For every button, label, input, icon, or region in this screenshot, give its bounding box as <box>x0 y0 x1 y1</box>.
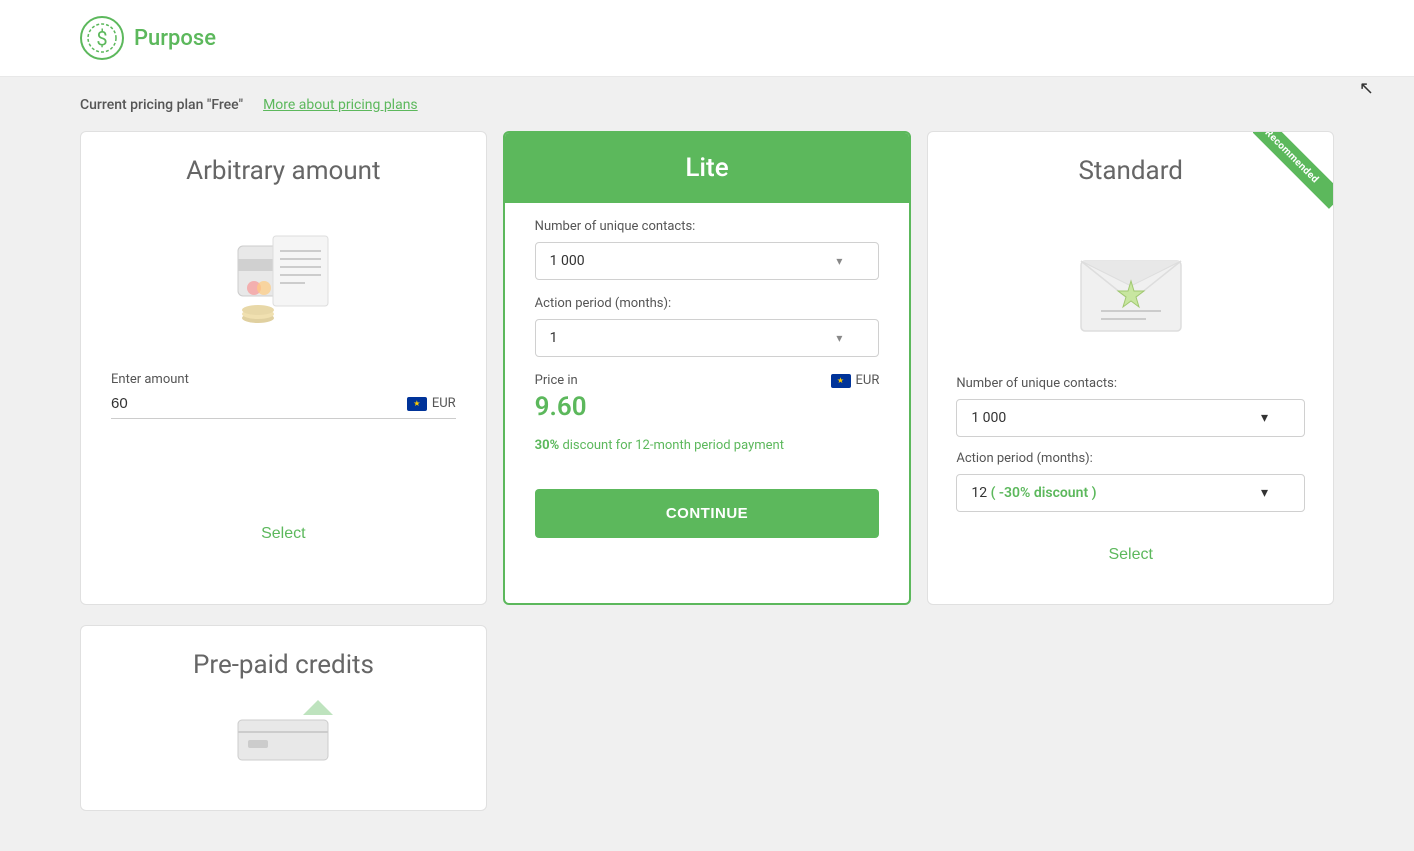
pricing-bar: Current pricing plan "Free" More about p… <box>80 97 1334 113</box>
standard-period-value: 12 ( -30% discount ) <box>971 485 1096 501</box>
lite-period-select[interactable]: 1 ▾ <box>535 319 880 357</box>
app-header: $ Purpose <box>0 0 1414 77</box>
card-prepaid-title: Pre-paid credits <box>193 650 374 680</box>
lite-currency-label: EUR <box>856 373 880 388</box>
standard-period-label: Action period (months): <box>928 451 1333 466</box>
lite-price-value: 9.60 <box>535 392 880 422</box>
pricing-cards-row: Arbitrary amount <box>80 131 1334 605</box>
standard-contacts-select[interactable]: 1 000 ▾ <box>956 399 1305 437</box>
lite-eur-flag-icon: ★ <box>831 374 851 388</box>
main-content: Current pricing plan "Free" More about p… <box>0 77 1414 851</box>
lite-price-in-label: Price in <box>535 373 578 388</box>
svg-text:$: $ <box>96 26 107 50</box>
card-arbitrary-title: Arbitrary amount <box>186 156 380 186</box>
standard-illustration <box>1066 226 1196 356</box>
standard-period-chevron-icon: ▾ <box>1261 485 1268 501</box>
lite-discount-percent: 30% <box>535 438 560 453</box>
lite-contacts-label: Number of unique contacts: <box>535 219 880 234</box>
standard-period-select[interactable]: 12 ( -30% discount ) ▾ <box>956 474 1305 512</box>
standard-select-button[interactable]: Select <box>958 536 1303 574</box>
card-standard-image <box>928 206 1333 376</box>
bottom-cards-row: Pre-paid credits <box>80 625 1334 811</box>
card-arbitrary: Arbitrary amount <box>80 131 487 605</box>
arbitrary-illustration <box>218 226 348 336</box>
card-prepaid-image <box>81 700 486 790</box>
lite-period-value: 1 <box>550 330 558 346</box>
current-plan-label: Current pricing plan "Free" <box>80 97 243 113</box>
recommended-ribbon-label: Recommended <box>1253 132 1333 209</box>
standard-contacts-label: Number of unique contacts: <box>928 376 1333 391</box>
enter-amount-label: Enter amount <box>111 372 456 387</box>
card-standard-title: Standard <box>1078 156 1182 186</box>
app-logo-icon: $ <box>80 16 124 60</box>
lite-continue-button[interactable]: CONTINUE <box>535 489 880 538</box>
lite-period-label: Action period (months): <box>535 296 880 311</box>
amount-input[interactable] <box>111 395 397 412</box>
lite-contacts-value: 1 000 <box>550 253 585 269</box>
eur-flag-icon: ★ <box>407 397 427 411</box>
recommended-ribbon: Recommended <box>1253 132 1333 212</box>
arbitrary-currency-badge: ★ EUR <box>407 396 456 411</box>
card-prepaid: Pre-paid credits <box>80 625 487 811</box>
amount-input-row: ★ EUR <box>111 395 456 419</box>
card-arbitrary-image <box>81 206 486 356</box>
prepaid-illustration <box>233 700 333 770</box>
lite-price-row: Price in ★ EUR <box>535 373 880 388</box>
arbitrary-select-button[interactable]: Select <box>111 515 456 553</box>
card-lite-title: Lite <box>685 153 728 183</box>
standard-discount-text: ( -30% discount ) <box>991 485 1097 501</box>
lite-discount-note: 30% discount for 12-month period payment <box>535 438 880 453</box>
app-title: Purpose <box>134 26 216 51</box>
lite-contacts-select[interactable]: 1 000 ▾ <box>535 242 880 280</box>
arbitrary-currency-label: EUR <box>432 396 456 411</box>
card-prepaid-header: Pre-paid credits <box>81 626 486 700</box>
card-standard: Recommended Standard <box>927 131 1334 605</box>
card-lite-body: Number of unique contacts: 1 000 ▾ Actio… <box>505 203 910 489</box>
lite-period-chevron-icon: ▾ <box>836 331 842 345</box>
card-arbitrary-body: Enter amount ★ EUR <box>81 356 486 515</box>
standard-contacts-value: 1 000 <box>971 410 1006 426</box>
card-lite: Lite Number of unique contacts: 1 000 ▾ … <box>503 131 912 605</box>
lite-contacts-chevron-icon: ▾ <box>836 254 842 268</box>
more-plans-link[interactable]: More about pricing plans <box>263 97 418 113</box>
standard-contacts-chevron-icon: ▾ <box>1261 410 1268 426</box>
standard-fields: Number of unique contacts: 1 000 ▾ Actio… <box>928 376 1333 536</box>
card-lite-header: Lite <box>505 133 910 203</box>
lite-discount-text: discount for 12-month period payment <box>562 438 784 453</box>
card-arbitrary-header: Arbitrary amount <box>81 132 486 206</box>
lite-currency-badge: ★ EUR <box>831 373 880 388</box>
